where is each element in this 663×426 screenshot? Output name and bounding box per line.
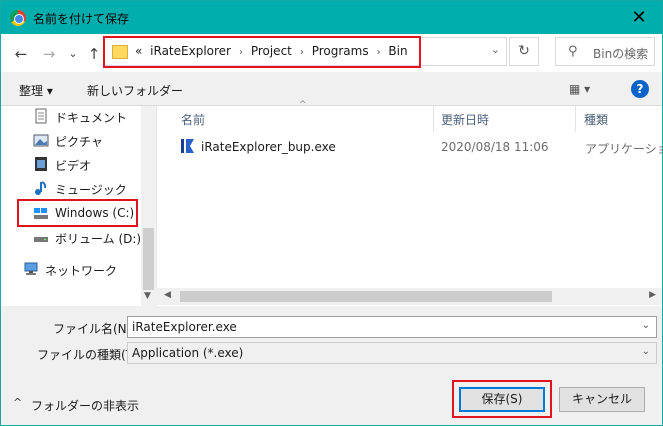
back-button[interactable]: ← <box>11 44 31 64</box>
navigation-bar: ← → ⌄ ↑ « iRateExplorer › Project › Progra… <box>1 34 662 72</box>
filetype-select[interactable]: Application (*.exe) ⌄ <box>127 342 657 364</box>
search-box[interactable]: ⚲ Binの検索 <box>555 37 655 66</box>
close-button[interactable]: ✕ <box>616 1 662 34</box>
hide-folders-button[interactable]: フォルダーの非表示 <box>31 397 139 414</box>
network-icon <box>23 261 39 277</box>
scroll-right-icon[interactable]: ▶ <box>649 290 656 300</box>
highlight-box-address <box>103 36 421 68</box>
sidebar-item-label: ネットワーク <box>45 264 118 278</box>
column-header-modified[interactable]: 更新日時 <box>441 111 489 128</box>
refresh-button[interactable]: ↻ <box>509 37 539 66</box>
column-header-name[interactable]: 名前 <box>181 111 205 128</box>
save-as-dialog: 名前を付けて保存 ✕ ← → ⌄ ↑ « iRateExplorer › Proj… <box>0 0 663 426</box>
column-header-type[interactable]: 種類 <box>584 111 608 128</box>
column-divider[interactable] <box>575 106 576 132</box>
sidebar-item-label: ボリューム (D:) <box>55 232 142 246</box>
title-bar: 名前を付けて保存 ✕ <box>1 1 662 34</box>
chrome-icon <box>10 10 26 26</box>
column-divider[interactable] <box>433 106 434 132</box>
organize-button[interactable]: 整理 ▾ <box>19 82 53 99</box>
sidebar-item-label: ミュージック <box>55 183 127 197</box>
up-button[interactable]: ↑ <box>84 44 104 64</box>
highlight-box-drive <box>17 199 138 227</box>
navigation-scrollbar[interactable]: ▼ <box>141 106 156 306</box>
forward-button[interactable]: → <box>39 44 59 64</box>
music-icon <box>33 180 49 196</box>
recent-locations-button[interactable]: ⌄ <box>63 44 83 64</box>
sort-ascending-icon: ^ <box>299 100 307 110</box>
filename-value: iRateExplorer.exe <box>132 320 237 334</box>
executable-icon <box>180 138 196 154</box>
table-row[interactable]: iRateExplorer_bup.exe 2020/08/18 11:06 ア… <box>175 136 663 158</box>
scrollbar-thumb[interactable] <box>180 291 552 302</box>
document-icon <box>33 108 49 124</box>
cancel-button[interactable]: キャンセル <box>559 387 645 412</box>
scroll-down-icon[interactable]: ▼ <box>144 291 151 301</box>
sidebar-item-label: ビデオ <box>55 159 92 173</box>
file-name: iRateExplorer_bup.exe <box>201 140 336 154</box>
drive-icon <box>33 229 49 245</box>
file-date: 2020/08/18 11:06 <box>441 140 549 154</box>
filetype-value: Application (*.exe) <box>132 346 244 360</box>
command-bar: 整理 ▾ 新しいフォルダー ▦ ▾ ? <box>1 72 662 106</box>
sidebar-item-label: ドキュメント <box>55 111 128 125</box>
search-icon: ⚲ <box>568 44 578 59</box>
chevron-down-icon[interactable]: ⌄ <box>642 320 650 331</box>
chevron-up-icon[interactable]: ^ <box>13 396 22 409</box>
help-button[interactable]: ? <box>631 80 649 98</box>
window-title: 名前を付けて保存 <box>33 12 130 26</box>
scroll-left-icon[interactable]: ◀ <box>164 290 171 300</box>
video-icon <box>33 156 49 172</box>
file-list-horizontal-scrollbar[interactable]: ◀ ▶ <box>156 288 662 305</box>
view-options-button[interactable]: ▦ ▾ <box>569 82 590 96</box>
navigation-pane: ドキュメント ピクチャ ビデオ ミュージック Windows (C:) ボリュー… <box>1 106 156 306</box>
picture-icon <box>33 132 49 148</box>
chevron-down-icon[interactable]: ⌄ <box>642 346 650 357</box>
scrollbar-thumb[interactable] <box>143 228 154 290</box>
new-folder-button[interactable]: 新しいフォルダー <box>87 82 183 99</box>
filename-input[interactable]: iRateExplorer.exe ⌄ <box>127 316 657 338</box>
sidebar-item-label: ピクチャ <box>55 135 103 149</box>
filename-label: ファイル名(N): <box>53 322 136 336</box>
file-type: アプリケーション <box>585 142 663 156</box>
search-placeholder: Binの検索 <box>593 47 649 61</box>
address-dropdown-icon[interactable]: ⌄ <box>491 43 500 56</box>
highlight-box-save <box>452 380 552 418</box>
file-list: ^ 名前 更新日時 種類 iRateExplorer_bup.exe 2020/… <box>156 100 663 306</box>
